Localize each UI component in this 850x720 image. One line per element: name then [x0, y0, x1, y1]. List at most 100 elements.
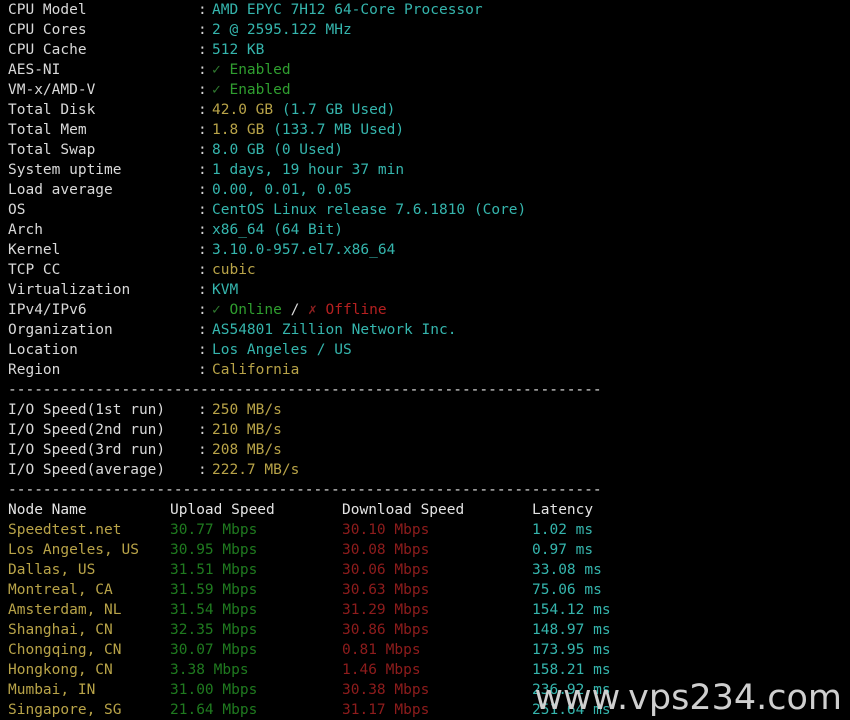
latency: 158.21 ms — [532, 662, 611, 678]
info-label: Location — [8, 342, 78, 358]
latency: 1.02 ms — [532, 522, 594, 538]
info-row: Kernel:3.10.0-957.el7.x86_64 — [0, 240, 850, 260]
speedtest-row: Hongkong, CN 3.38 Mbps 1.46 Mbps 158.21 ms — [0, 660, 850, 680]
info-label: Region — [8, 362, 61, 378]
info-row: Arch: x86_64 (64 Bit) — [0, 220, 850, 240]
info-row: CPU Cache:512 KB — [0, 40, 850, 60]
divider-top: ----------------------------------------… — [8, 382, 602, 398]
download-speed: 31.29 Mbps — [342, 602, 430, 618]
terminal-window: CPU Model: AMD EPYC 7H12 64-Core Processo… — [0, 0, 850, 718]
info-value: 1.8 GB — [212, 122, 265, 138]
info-colon: : — [198, 102, 207, 118]
cross-icon: ✗ — [308, 302, 317, 318]
upload-speed: 31.51 Mbps — [170, 562, 258, 578]
speedtest-section: Node Name Upload Speed Download Speed Laten… — [0, 500, 850, 720]
info-value: 2 @ 2595.122 MHz — [212, 22, 352, 38]
divider-bottom: ----------------------------------------… — [8, 482, 602, 498]
info-label: Virtualization — [8, 282, 131, 298]
io-speed-colon: : — [198, 462, 207, 478]
node-name: Shanghai, CN — [8, 622, 113, 638]
info-value: AS54801 Zillion Network Inc. — [212, 322, 457, 338]
speedtest-row: Singapore, SG 21.64 Mbps 31.17 Mbps 251.64 … — [0, 700, 850, 720]
info-row: TCP CC: cubic — [0, 260, 850, 280]
info-colon: : — [198, 222, 207, 238]
info-row: Location: Los Angeles / US — [0, 340, 850, 360]
speedtest-row: Speedtest.net 30.77 Mbps 30.10 Mbps 1.02 ms — [0, 520, 850, 540]
upload-speed: 30.95 Mbps — [170, 542, 258, 558]
info-label: Kernel — [8, 242, 61, 258]
io-speed-label: I/O Speed(1st run) — [8, 402, 166, 418]
io-speed-value: 250 MB/s — [212, 402, 282, 418]
info-colon: : — [198, 182, 207, 198]
node-name: Singapore, SG — [8, 702, 122, 718]
upload-speed: 30.77 Mbps — [170, 522, 258, 538]
info-colon: : — [198, 322, 207, 338]
download-speed: 30.38 Mbps — [342, 682, 430, 698]
speedtest-row: Amsterdam, NL 31.54 Mbps 31.29 Mbps 154.12 … — [0, 600, 850, 620]
upload-speed: 21.64 Mbps — [170, 702, 258, 718]
ipv6-status: Offline — [325, 302, 387, 318]
info-row: Organization: AS54801 Zillion Network Inc… — [0, 320, 850, 340]
info-colon: : — [198, 142, 207, 158]
info-value: Enabled — [229, 82, 291, 98]
info-label: IPv4/IPv6 — [8, 302, 87, 318]
speedtest-row: Mumbai, IN 31.00 Mbps 30.38 Mbps 236.92 ms — [0, 680, 850, 700]
info-value: California — [212, 362, 300, 378]
info-label: System uptime — [8, 162, 122, 178]
info-label: CPU Model — [8, 2, 87, 18]
io-speed-colon: : — [198, 442, 207, 458]
info-label: CPU Cache — [8, 42, 87, 58]
info-label: Total Swap — [8, 142, 96, 158]
upload-speed: 32.35 Mbps — [170, 622, 258, 638]
upload-speed: 31.54 Mbps — [170, 602, 258, 618]
column-header-upload-speed: Upload Speed — [170, 502, 275, 518]
info-label: Organization — [8, 322, 113, 338]
node-name: Dallas, US — [8, 562, 96, 578]
io-speed-label: I/O Speed(2nd run) — [8, 422, 166, 438]
info-colon: : — [198, 342, 207, 358]
info-colon: : — [198, 22, 207, 38]
info-row: Virtualization: KVM — [0, 280, 850, 300]
info-row: Total Disk:42.0 GB (1.7 GB Used) — [0, 100, 850, 120]
latency: 75.06 ms — [532, 582, 602, 598]
latency: 173.95 ms — [532, 642, 611, 658]
io-speed-value: 208 MB/s — [212, 442, 282, 458]
info-value: 1 days, 19 hour 37 min — [212, 162, 405, 178]
info-row: Load average:0.00, 0.01, 0.05 — [0, 180, 850, 200]
info-colon: : — [198, 82, 207, 98]
info-row: Total Swap:8.0 GB (0 Used) — [0, 140, 850, 160]
info-colon: : — [198, 62, 207, 78]
upload-speed: 31.59 Mbps — [170, 582, 258, 598]
download-speed: 30.08 Mbps — [342, 542, 430, 558]
download-speed: 0.81 Mbps — [342, 642, 421, 658]
info-label: Load average — [8, 182, 113, 198]
info-value: 3.10.0-957.el7.x86_64 — [212, 242, 396, 258]
info-row: System uptime:1 days, 19 hour 37 min — [0, 160, 850, 180]
info-label: TCP CC — [8, 262, 61, 278]
info-label: Total Disk — [8, 102, 96, 118]
speedtest-row: Los Angeles, US 30.95 Mbps 30.08 Mbps 0.97 … — [0, 540, 850, 560]
info-colon: : — [198, 362, 207, 378]
info-value: 8.0 GB (0 Used) — [212, 142, 343, 158]
speedtest-header-row: Node Name Upload Speed Download Speed Laten… — [0, 500, 850, 520]
io-speed-section: I/O Speed(1st run):250 MB/s I/O Speed(2nd… — [0, 400, 850, 480]
upload-speed: 3.38 Mbps — [170, 662, 249, 678]
info-colon: : — [198, 162, 207, 178]
check-icon: ✓ — [212, 82, 221, 98]
info-row: VM-x/AMD-V: ✓ Enabled — [0, 80, 850, 100]
info-value: Enabled — [229, 62, 291, 78]
io-speed-row: I/O Speed(3rd run):208 MB/s — [0, 440, 850, 460]
info-value: x86_64 (64 Bit) — [212, 222, 343, 238]
info-colon: : — [198, 302, 207, 318]
download-speed: 30.63 Mbps — [342, 582, 430, 598]
column-header-download-speed: Download Speed — [342, 502, 465, 518]
status-separator: / — [281, 302, 309, 318]
info-row: CPU Model: AMD EPYC 7H12 64-Core Processo… — [0, 0, 850, 20]
io-speed-colon: : — [198, 422, 207, 438]
speedtest-row: Shanghai, CN 32.35 Mbps 30.86 Mbps 148.97 m… — [0, 620, 850, 640]
info-colon: : — [198, 282, 207, 298]
download-speed: 30.86 Mbps — [342, 622, 430, 638]
info-label: Arch — [8, 222, 43, 238]
info-row: Total Mem:1.8 GB (133.7 MB Used) — [0, 120, 850, 140]
info-row: OS: CentOS Linux release 7.6.1810 (Core) — [0, 200, 850, 220]
